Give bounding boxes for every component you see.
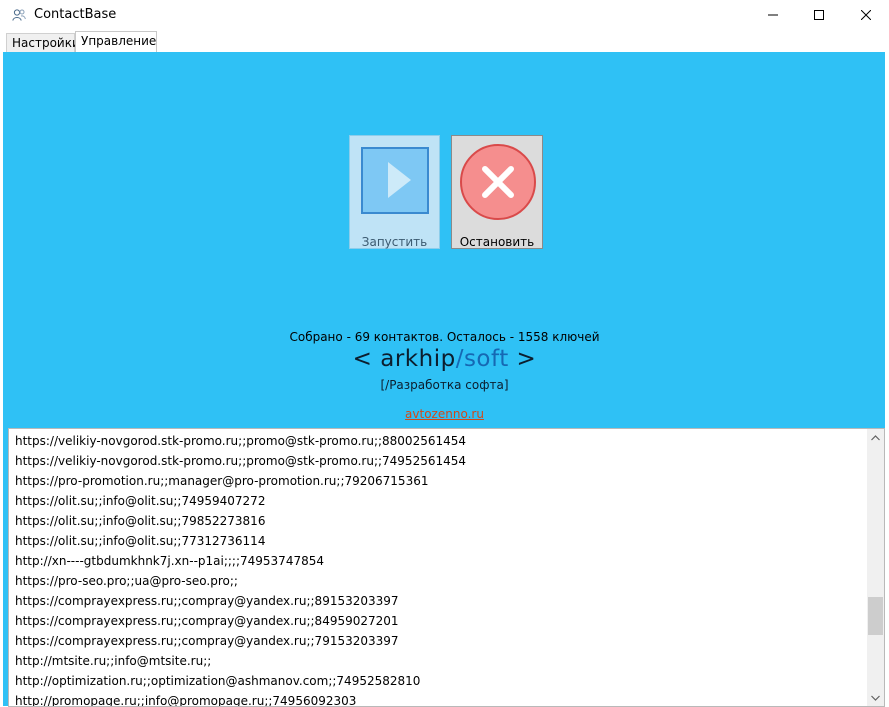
brand-soft: soft — [463, 346, 509, 372]
maximize-icon — [814, 10, 824, 20]
stop-button[interactable]: Остановить — [451, 135, 543, 249]
log-line: https://comprayexpress.ru;;compray@yande… — [15, 594, 399, 608]
brand-close: > — [508, 346, 537, 372]
contacts-icon — [12, 9, 26, 21]
website-link[interactable]: avtozenno.ru — [0, 407, 889, 421]
log-line: https://olit.su;;info@olit.su;;773127361… — [15, 534, 266, 548]
log-line: http://promopage.ru;;info@promopage.ru;;… — [15, 694, 357, 707]
close-icon — [861, 10, 871, 20]
stop-icon — [460, 144, 536, 220]
log-line: https://comprayexpress.ru;;compray@yande… — [15, 614, 399, 628]
chevron-up-icon — [871, 434, 880, 440]
maximize-button[interactable] — [796, 0, 842, 30]
log-line: https://olit.su;;info@olit.su;;749594072… — [15, 494, 266, 508]
status-text: Собрано - 69 контактов. Осталось - 1558 … — [289, 330, 600, 344]
chevron-down-icon — [871, 695, 880, 701]
start-button[interactable]: Запустить — [349, 135, 440, 249]
scroll-up-button[interactable] — [867, 429, 884, 446]
log-scrollbar[interactable] — [867, 429, 884, 706]
log-line: https://comprayexpress.ru;;compray@yande… — [15, 634, 399, 648]
brand-tagline: [/Разработка софта] — [380, 378, 509, 392]
title-bar[interactable]: ContactBase — [0, 0, 889, 30]
log-line: http://xn----gtbdumkhnk7j.xn--p1ai;;;;74… — [15, 554, 324, 568]
tab-control[interactable]: Управление — [75, 31, 157, 53]
start-button-label: Запустить — [361, 235, 428, 249]
app-window: ContactBase Настройки Управление Запусти… — [0, 0, 889, 707]
close-button[interactable] — [843, 0, 889, 30]
log-line: http://mtsite.ru;;info@mtsite.ru;; — [15, 654, 212, 668]
tab-strip: Настройки Управление — [0, 30, 889, 53]
results-log[interactable]: https://velikiy-novgorod.stk-promo.ru;;p… — [8, 428, 885, 707]
log-line: https://velikiy-novgorod.stk-promo.ru;;p… — [15, 434, 467, 448]
stop-button-label: Остановить — [459, 235, 535, 249]
brand-slash: / — [455, 346, 464, 372]
brand-logo: < arkhip/soft > — [0, 346, 889, 372]
log-line: https://velikiy-novgorod.stk-promo.ru;;p… — [15, 454, 467, 468]
window-title: ContactBase — [34, 7, 117, 22]
log-lines: https://velikiy-novgorod.stk-promo.ru;;p… — [15, 431, 467, 707]
log-line: https://olit.su;;info@olit.su;;798522738… — [15, 514, 266, 528]
log-line: https://pro-seo.pro;;ua@pro-seo.pro;; — [15, 574, 238, 588]
log-line: http://optimization.ru;;optimization@ash… — [15, 674, 421, 688]
minimize-icon — [768, 14, 778, 16]
brand-name: < arkhip — [352, 346, 456, 372]
scroll-down-button[interactable] — [867, 689, 884, 706]
minimize-button[interactable] — [750, 0, 796, 30]
tab-settings[interactable]: Настройки — [6, 33, 80, 53]
play-icon — [361, 147, 429, 214]
log-line: https://pro-promotion.ru;;manager@pro-pr… — [15, 474, 429, 488]
scroll-thumb[interactable] — [868, 597, 883, 635]
